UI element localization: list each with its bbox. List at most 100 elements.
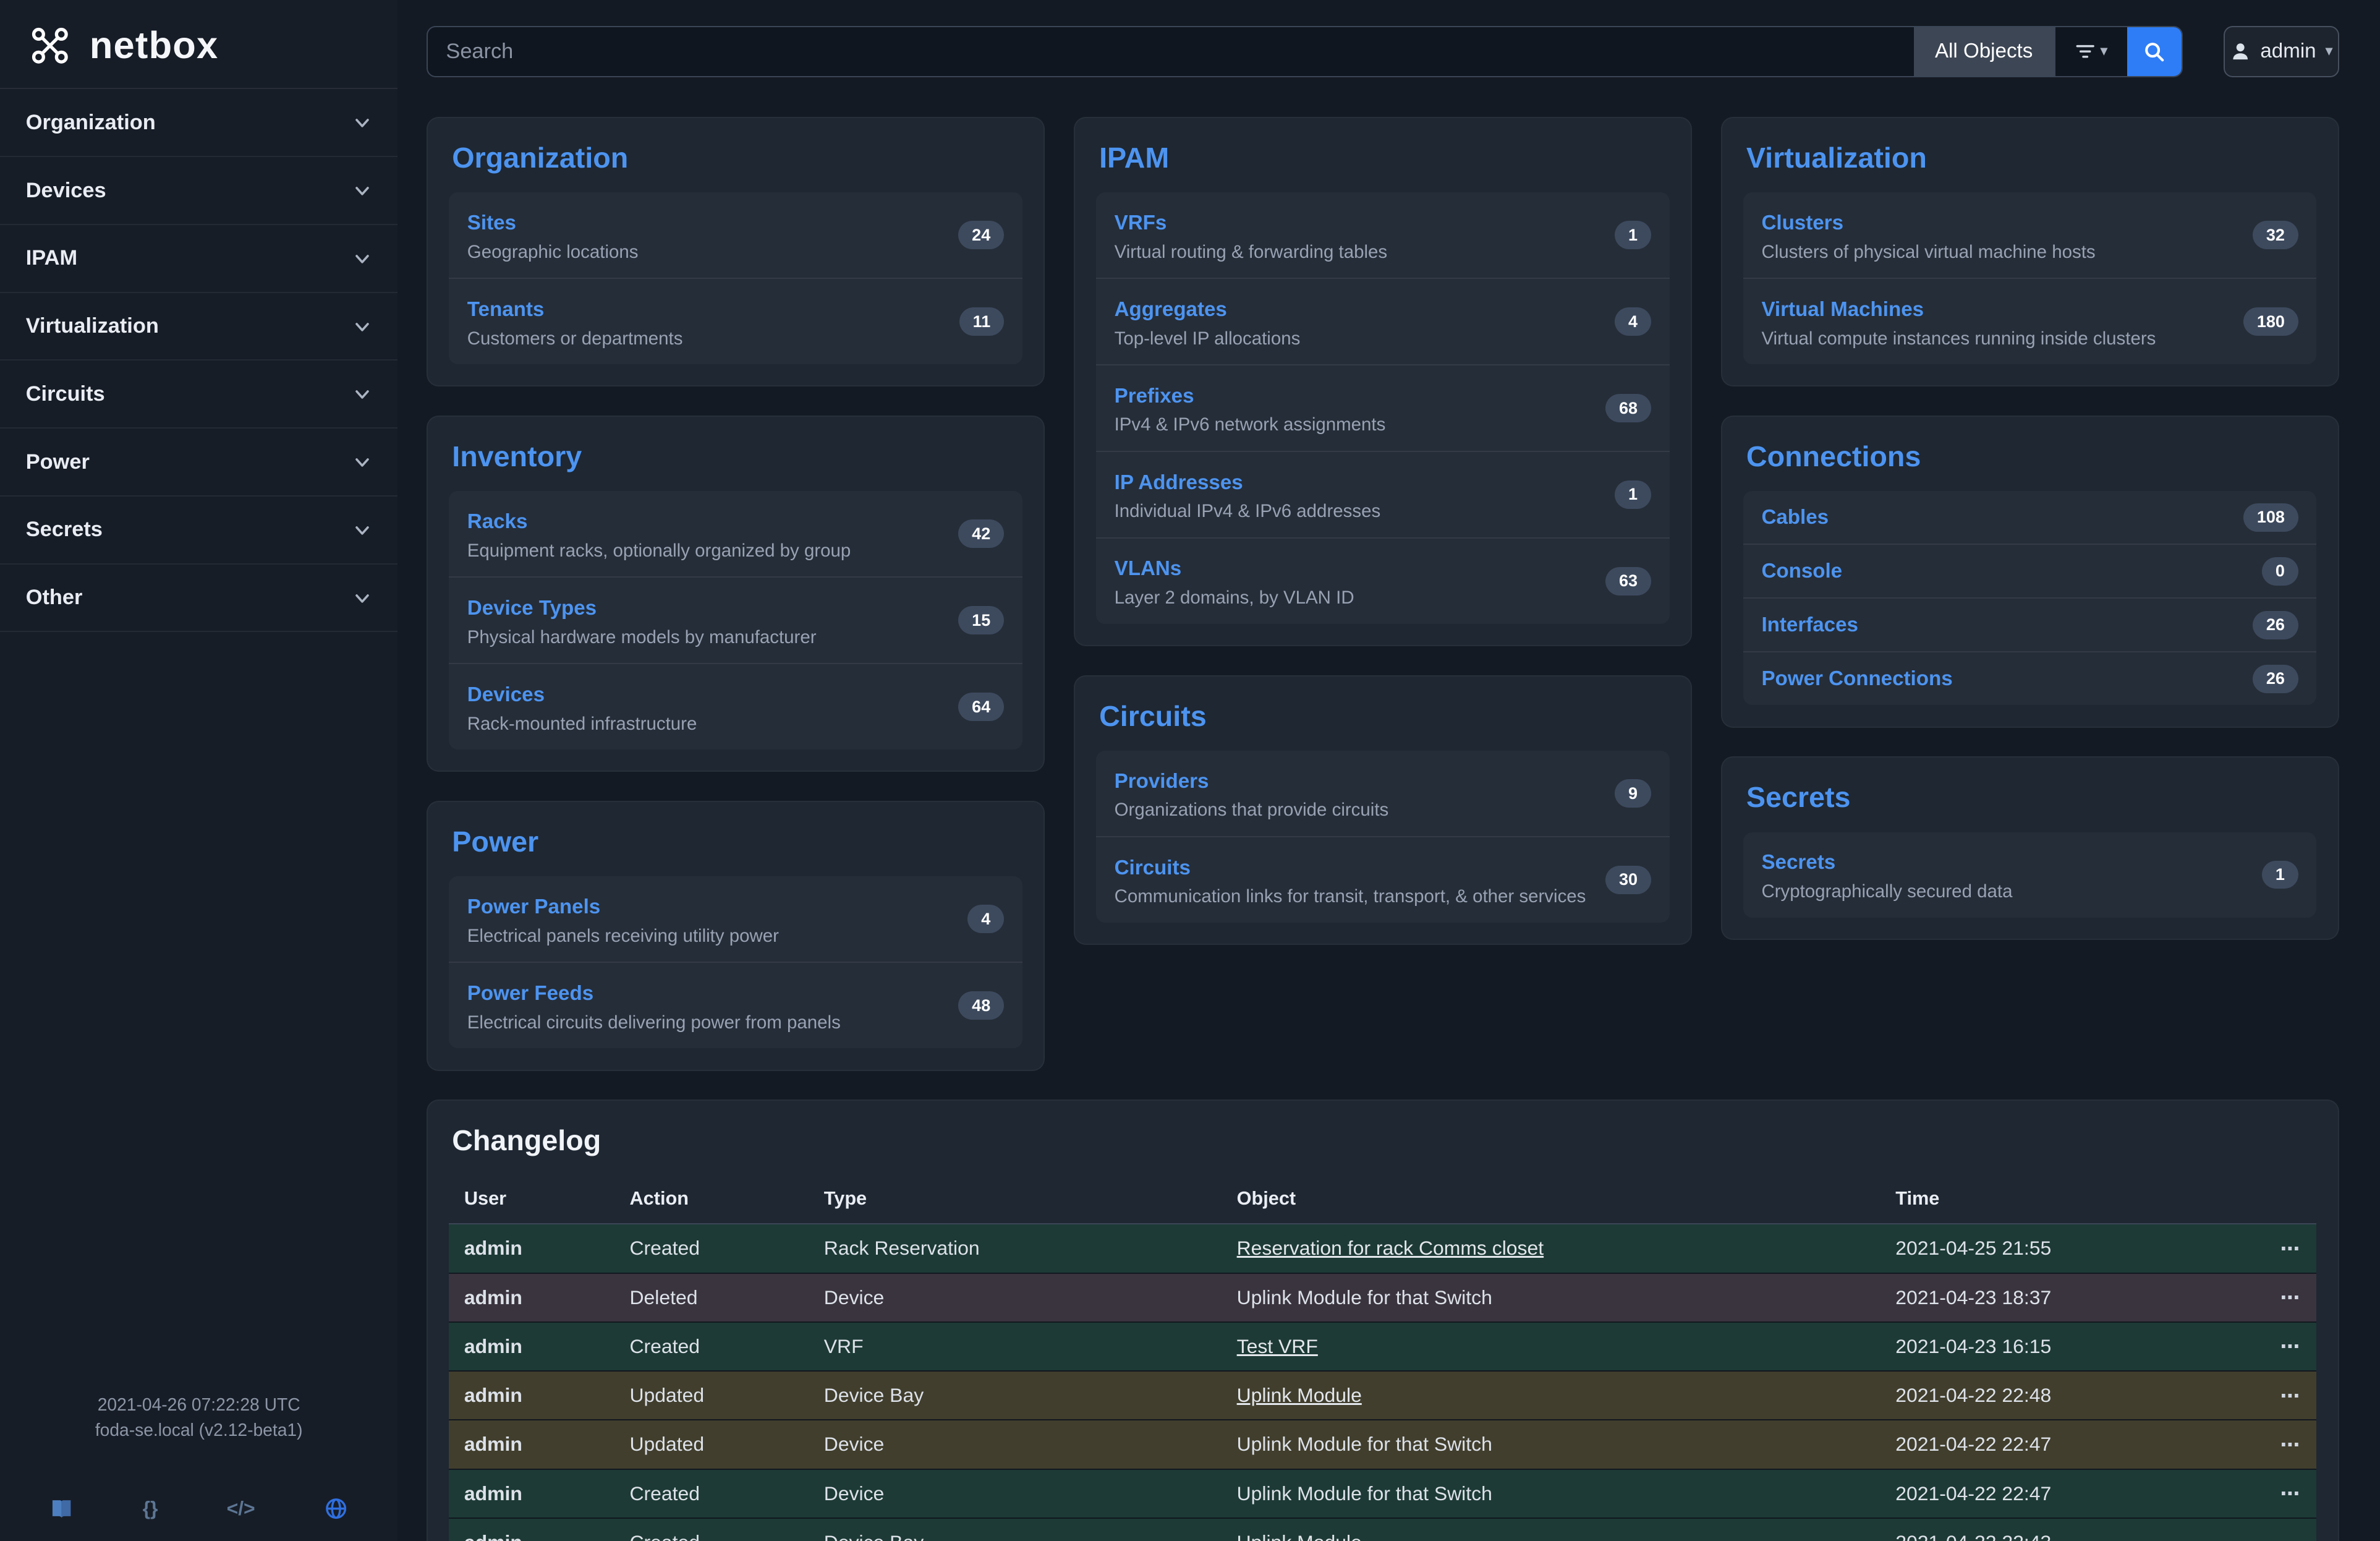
card-inventory: Inventory Racks Equipment racks, optiona… (427, 416, 1045, 772)
item-description: Clusters of physical virtual machine hos… (1761, 242, 2095, 263)
sidebar-item-label: Power (26, 450, 90, 474)
table-header-row: User Action Type Object Time (449, 1175, 2316, 1224)
racks-link[interactable]: Racks (467, 510, 528, 533)
count-badge[interactable]: 26 (2253, 611, 2298, 639)
count-badge[interactable]: 63 (1605, 567, 1651, 595)
count-badge[interactable]: 64 (958, 693, 1004, 721)
count-badge[interactable]: 32 (2253, 221, 2298, 249)
count-badge[interactable]: 42 (958, 519, 1004, 548)
aggregates-link[interactable]: Aggregates (1115, 298, 1227, 321)
row-actions-ellipsis-icon[interactable]: ⋯ (2280, 1433, 2301, 1456)
power-feeds-link[interactable]: Power Feeds (467, 982, 593, 1005)
column-header-object: Object (1222, 1175, 1881, 1224)
sidebar-item-circuits[interactable]: Circuits (0, 361, 397, 429)
row-actions-ellipsis-icon[interactable]: ⋯ (2280, 1482, 2301, 1505)
interfaces-link[interactable]: Interfaces (1761, 613, 1858, 637)
sidebar-item-secrets[interactable]: Secrets (0, 497, 397, 565)
count-badge[interactable]: 1 (1615, 480, 1651, 509)
sidebar-item-power[interactable]: Power (0, 429, 397, 497)
list-item: Cables 108 (1743, 491, 2316, 545)
log-action: Created (614, 1322, 809, 1371)
count-badge[interactable]: 11 (959, 307, 1005, 336)
cables-link[interactable]: Cables (1761, 506, 1829, 529)
card-title: Organization (452, 141, 1019, 174)
brand[interactable]: netbox (0, 0, 397, 88)
row-actions-ellipsis-icon[interactable]: ⋯ (2280, 1237, 2301, 1260)
count-badge[interactable]: 30 (1605, 866, 1651, 894)
card-secrets: Secrets Secrets Cryptographically secure… (1721, 756, 2339, 940)
console-link[interactable]: Console (1761, 560, 1842, 583)
api-braces-icon[interactable]: {} (143, 1494, 158, 1522)
row-actions-ellipsis-icon[interactable]: ⋯ (2280, 1286, 2301, 1308)
log-user: admin (449, 1224, 614, 1273)
item-description: Cryptographically secured data (1761, 881, 2012, 902)
sites-link[interactable]: Sites (467, 211, 516, 234)
sidebar-item-virtualization[interactable]: Virtualization (0, 293, 397, 361)
log-object-link[interactable]: Uplink Module (1237, 1531, 1362, 1541)
ip-addresses-link[interactable]: IP Addresses (1115, 471, 1243, 494)
item-description: Geographic locations (467, 242, 639, 263)
chevron-down-icon (352, 520, 372, 540)
row-actions-ellipsis-icon[interactable]: ⋯ (2280, 1532, 2301, 1541)
chevron-down-icon (352, 384, 372, 404)
virtual-machines-link[interactable]: Virtual Machines (1761, 298, 1924, 321)
vlans-link[interactable]: VLANs (1115, 557, 1182, 580)
tenants-link[interactable]: Tenants (467, 298, 545, 321)
dashboard-column: Organization Sites Geographic locations … (427, 117, 1045, 1071)
source-code-icon[interactable]: </> (227, 1494, 255, 1522)
docs-book-icon[interactable] (49, 1496, 74, 1521)
item-description: Electrical circuits delivering power fro… (467, 1012, 841, 1033)
sidebar-item-ipam[interactable]: IPAM (0, 225, 397, 293)
sidebar-item-other[interactable]: Other (0, 565, 397, 633)
log-object-link[interactable]: Reservation for rack Comms closet (1237, 1237, 1544, 1259)
table-row: admin Updated Device Uplink Module for t… (449, 1420, 2316, 1469)
device-types-link[interactable]: Device Types (467, 597, 597, 620)
count-badge[interactable]: 108 (2243, 503, 2298, 532)
prefixes-link[interactable]: Prefixes (1115, 385, 1194, 408)
search-filter-button[interactable]: ▾ (2054, 27, 2127, 76)
count-badge[interactable]: 0 (2262, 557, 2298, 586)
providers-link[interactable]: Providers (1115, 770, 1209, 793)
chevron-down-icon (352, 113, 372, 132)
count-badge[interactable]: 4 (1615, 307, 1651, 336)
count-badge[interactable]: 180 (2243, 307, 2298, 336)
sidebar-item-devices[interactable]: Devices (0, 157, 397, 225)
count-badge[interactable]: 68 (1605, 394, 1651, 422)
power-connections-link[interactable]: Power Connections (1761, 667, 1952, 691)
count-badge[interactable]: 4 (967, 905, 1004, 933)
power-panels-link[interactable]: Power Panels (467, 895, 600, 918)
count-badge[interactable]: 26 (2253, 665, 2298, 693)
count-badge[interactable]: 48 (958, 991, 1004, 1020)
search-scope-button[interactable]: All Objects (1914, 27, 2054, 76)
list-item: Circuits Communication links for transit… (1096, 837, 1669, 923)
changelog-card: Changelog User Action Type Object Time a… (427, 1099, 2339, 1541)
row-actions-ellipsis-icon[interactable]: ⋯ (2280, 1335, 2301, 1357)
count-badge[interactable]: 15 (958, 606, 1004, 634)
log-user: admin (449, 1273, 614, 1322)
row-actions-ellipsis-icon[interactable]: ⋯ (2280, 1385, 2301, 1407)
log-object-link[interactable]: Uplink Module (1237, 1384, 1362, 1406)
chevron-down-icon (352, 249, 372, 268)
changelog-title: Changelog (452, 1124, 2313, 1157)
item-description: Layer 2 domains, by VLAN ID (1115, 587, 1354, 608)
search-input[interactable] (428, 27, 1914, 76)
devices-link[interactable]: Devices (467, 683, 545, 706)
search-icon (2143, 40, 2165, 63)
user-menu-button[interactable]: admin ▾ (2224, 26, 2339, 77)
circuits-link[interactable]: Circuits (1115, 856, 1191, 879)
count-badge[interactable]: 1 (1615, 221, 1651, 249)
log-user: admin (449, 1469, 614, 1518)
count-badge[interactable]: 24 (958, 221, 1004, 249)
log-type: Device Bay (809, 1371, 1222, 1420)
table-row: admin Deleted Device Uplink Module for t… (449, 1273, 2316, 1322)
item-description: Virtual compute instances running inside… (1761, 328, 2156, 349)
clusters-link[interactable]: Clusters (1761, 211, 1843, 234)
log-object-link[interactable]: Test VRF (1237, 1335, 1318, 1357)
count-badge[interactable]: 9 (1615, 779, 1651, 808)
search-submit-button[interactable] (2127, 27, 2182, 76)
community-globe-icon[interactable] (324, 1496, 348, 1521)
vrfs-link[interactable]: VRFs (1115, 211, 1167, 234)
count-badge[interactable]: 1 (2262, 861, 2298, 889)
secrets-link[interactable]: Secrets (1761, 851, 1835, 874)
sidebar-item-organization[interactable]: Organization (0, 89, 397, 157)
